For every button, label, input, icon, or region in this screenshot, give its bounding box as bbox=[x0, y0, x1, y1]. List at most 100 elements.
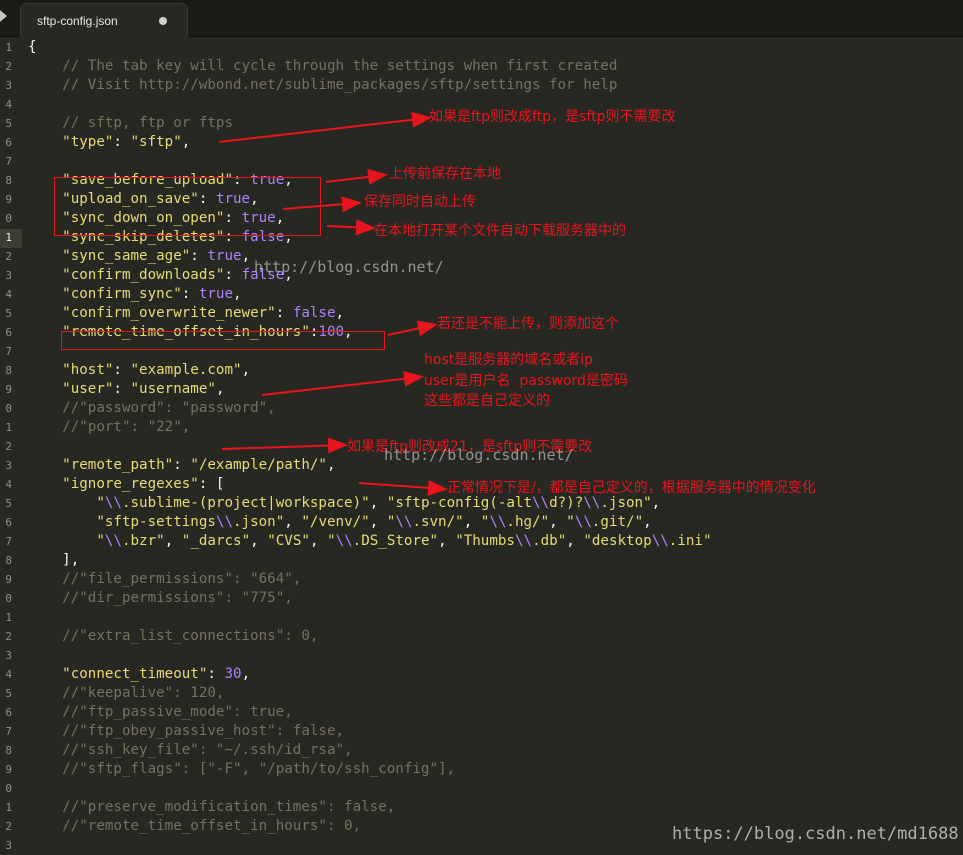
code-line[interactable]: // The tab key will cycle through the se… bbox=[28, 57, 617, 76]
code-token: "ignore_regexes" bbox=[28, 476, 199, 492]
code-line[interactable]: "\\.bzr", "_darcs", "CVS", "\\.DS_Store"… bbox=[28, 532, 712, 551]
code-line[interactable]: "confirm_sync": true, bbox=[28, 285, 242, 304]
code-line[interactable]: "sync_skip_deletes": false, bbox=[28, 228, 293, 247]
unsaved-dot-icon[interactable] bbox=[159, 17, 167, 25]
code-line[interactable]: "ignore_regexes": [ bbox=[28, 475, 224, 494]
code-token: "save_before_upload" bbox=[28, 172, 233, 188]
code-line[interactable]: "remote_path": "/example/path/", bbox=[28, 456, 336, 475]
code-token: // Visit http://wbond.net/sublime_packag… bbox=[28, 77, 618, 93]
code-token: " bbox=[566, 514, 575, 530]
code-token: \\ bbox=[335, 533, 353, 549]
code-token: .git/" bbox=[591, 514, 644, 530]
code-line[interactable]: //"sftp_flags": ["-F", "/path/to/ssh_con… bbox=[28, 760, 455, 779]
code-token: , bbox=[284, 229, 293, 245]
code-token: "desktop bbox=[583, 533, 652, 549]
line-number: 3 bbox=[5, 839, 12, 852]
code-token: : bbox=[113, 134, 131, 150]
code-token: , bbox=[369, 495, 387, 511]
code-token: , bbox=[233, 286, 242, 302]
line-number: 9 bbox=[5, 193, 12, 206]
code-token: , bbox=[284, 267, 293, 283]
code-token: //"keepalive": 120, bbox=[28, 685, 225, 701]
code-line[interactable]: "connect_timeout": 30, bbox=[28, 665, 250, 684]
line-number: 1 bbox=[5, 41, 12, 54]
line-number: 2 bbox=[5, 440, 12, 453]
line-number-gutter: 1 2 3 4 5 6 7 8 9 0 1 2 3 4 5 6 7 8 9 0 1 2 3 4 5 6 7 8 9 0 1 2 3 4 5 6 7 8 9 0… bbox=[0, 38, 14, 854]
code-token: \\ bbox=[104, 533, 122, 549]
line-number: 2 bbox=[5, 630, 12, 643]
code-token: , bbox=[463, 514, 481, 530]
code-token: "host" bbox=[28, 362, 114, 378]
code-line[interactable]: // Visit http://wbond.net/sublime_packag… bbox=[28, 76, 617, 95]
code-line[interactable]: "host": "example.com", bbox=[28, 361, 250, 380]
code-token: \\ bbox=[574, 514, 592, 530]
code-token: "upload_on_save" bbox=[28, 191, 199, 207]
code-line[interactable]: "save_before_upload": true, bbox=[28, 171, 293, 190]
code-line[interactable]: //"port": "22", bbox=[28, 418, 190, 437]
line-number: 8 bbox=[5, 174, 12, 187]
code-token: .DS_Store" bbox=[352, 533, 439, 549]
code-line[interactable]: "\\.sublime-(project|workspace)", "sftp-… bbox=[28, 494, 660, 513]
code-token: : bbox=[113, 362, 131, 378]
code-token: .json" bbox=[233, 514, 285, 530]
code-token: , bbox=[369, 514, 387, 530]
code-line[interactable]: //"remote_time_offset_in_hours": 0, bbox=[28, 817, 361, 836]
code-line[interactable]: "confirm_downloads": false, bbox=[28, 266, 293, 285]
line-number: 4 bbox=[5, 98, 12, 111]
code-line[interactable]: //"file_permissions": "664", bbox=[28, 570, 301, 589]
code-token: : bbox=[113, 381, 131, 397]
code-line[interactable]: // sftp, ftp or ftps bbox=[28, 114, 233, 133]
line-number: 7 bbox=[5, 345, 12, 358]
line-number: 1 bbox=[5, 231, 12, 244]
code-line[interactable]: ], bbox=[28, 551, 79, 570]
code-token: "sftp" bbox=[130, 134, 182, 150]
code-line[interactable]: //"ssh_key_file": "~/.ssh/id_rsa", bbox=[28, 741, 352, 760]
line-number: 8 bbox=[5, 744, 12, 757]
code-line[interactable]: //"password": "password", bbox=[28, 399, 276, 418]
line-number: 5 bbox=[5, 307, 12, 320]
code-line[interactable]: //"ftp_passive_mode": true, bbox=[28, 703, 293, 722]
code-line[interactable]: //"keepalive": 120, bbox=[28, 684, 224, 703]
code-line[interactable]: "sync_down_on_open": true, bbox=[28, 209, 284, 228]
code-line[interactable]: "confirm_overwrite_newer": false, bbox=[28, 304, 344, 323]
line-number: 0 bbox=[5, 782, 12, 795]
line-number: 0 bbox=[5, 592, 12, 605]
code-token: .json" bbox=[600, 495, 652, 511]
line-number: 8 bbox=[5, 364, 12, 377]
line-number: 2 bbox=[5, 250, 12, 263]
code-token: \\ bbox=[514, 533, 533, 549]
tab-title: sftp-config.json bbox=[37, 14, 118, 28]
code-line[interactable]: "type": "sftp", bbox=[28, 133, 190, 152]
code-token: //"ftp_obey_passive_host": false, bbox=[28, 723, 345, 739]
code-token: //"file_permissions": "664", bbox=[28, 571, 302, 587]
tab-sftp-config[interactable]: sftp-config.json bbox=[20, 3, 188, 37]
code-token: , bbox=[215, 381, 225, 397]
code-line[interactable]: //"extra_list_connections": 0, bbox=[28, 627, 318, 646]
code-token: "confirm_overwrite_newer" bbox=[28, 305, 276, 321]
code-token: : bbox=[224, 267, 242, 283]
code-line[interactable]: "upload_on_save": true, bbox=[28, 190, 259, 209]
sidebar-toggle-arrow-icon[interactable] bbox=[0, 10, 7, 22]
code-editor[interactable]: { // The tab key will cycle through the … bbox=[28, 38, 963, 854]
code-line[interactable]: "user": "username", bbox=[28, 380, 224, 399]
code-line[interactable]: "remote_time_offset_in_hours":100, bbox=[28, 323, 352, 342]
code-line[interactable]: //"preserve_modification_times": false, bbox=[28, 798, 395, 817]
code-line[interactable]: "sync_same_age": true, bbox=[28, 247, 250, 266]
code-token: "sftp-settings bbox=[28, 514, 216, 530]
code-token: , bbox=[566, 533, 584, 549]
code-line[interactable]: //"dir_permissions": "775", bbox=[28, 589, 293, 608]
code-token: , bbox=[549, 514, 567, 530]
code-line[interactable]: "sftp-settings\\.json", "/venv/", "\\.sv… bbox=[28, 513, 651, 532]
line-number: 9 bbox=[5, 383, 12, 396]
code-line[interactable]: { bbox=[28, 38, 37, 57]
code-token: .ini" bbox=[668, 533, 712, 549]
code-token: false bbox=[292, 305, 336, 321]
line-number: 5 bbox=[5, 687, 12, 700]
code-line[interactable]: //"ftp_obey_passive_host": false, bbox=[28, 722, 344, 741]
code-token: : [ bbox=[198, 476, 225, 492]
code-token: 30 bbox=[224, 666, 242, 682]
code-token: , bbox=[241, 362, 251, 378]
code-token: : bbox=[233, 172, 251, 188]
code-token: , bbox=[326, 457, 336, 473]
tab-bar: sftp-config.json bbox=[0, 0, 963, 37]
